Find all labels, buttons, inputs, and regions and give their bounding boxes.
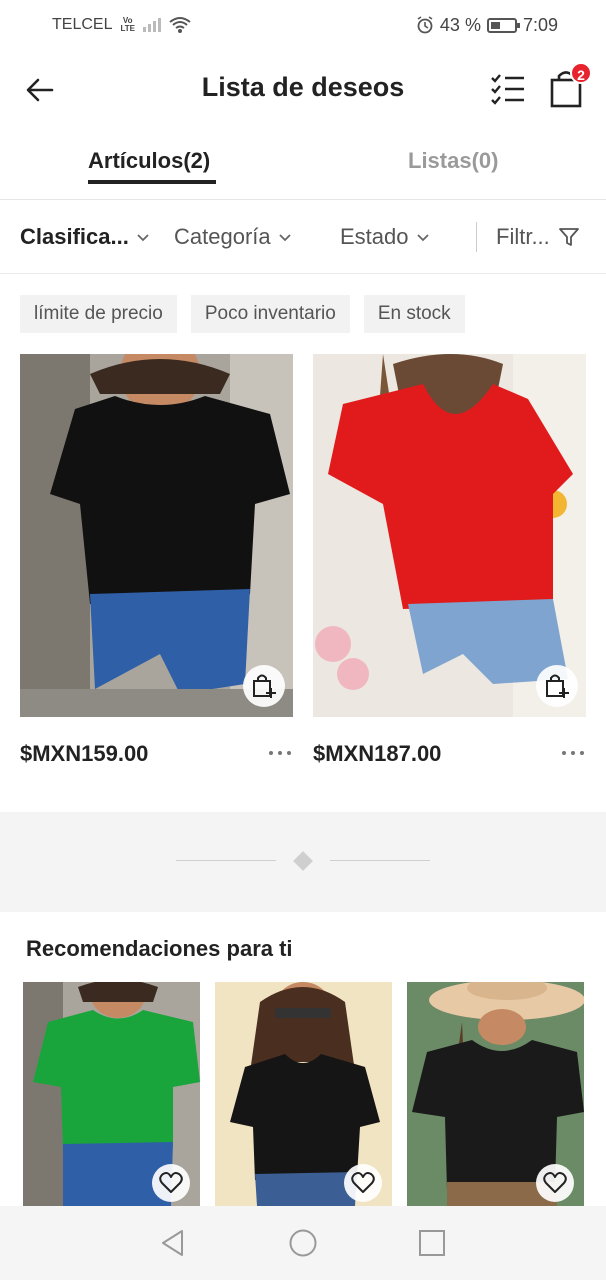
state-dropdown[interactable]: Estado [340,224,429,250]
end-of-list-divider [0,812,606,912]
category-dropdown[interactable]: Categoría [174,224,291,250]
volte-icon: Vo LTE [120,17,135,33]
heart-icon [351,1172,375,1193]
add-to-cart-button[interactable] [243,665,285,707]
recommendation-card[interactable] [407,982,584,1206]
product-price: $MXN187.00 [313,741,442,766]
wishlist-heart-button[interactable] [536,1164,574,1202]
state-label: Estado [340,224,409,249]
sort-dropdown[interactable]: Clasifica... [20,224,149,250]
chevron-down-icon [137,234,149,242]
recommendation-card[interactable] [215,982,392,1206]
clock: 7:09 [522,14,558,35]
cart-count-badge: 2 [570,62,592,84]
chip-low-stock[interactable]: Poco inventario [190,295,350,333]
heart-icon [159,1172,183,1193]
wishlist-heart-button[interactable] [344,1164,382,1202]
chip-price-limit[interactable]: límite de precio [20,295,177,333]
bag-plus-icon [546,674,569,698]
nav-recents-icon[interactable] [417,1228,447,1258]
product-price: $MXN159.00 [20,741,149,766]
filter-bar: Clasifica... Categoría Estado Filtr... [0,200,606,274]
app-header: Lista de deseos 2 [0,50,606,126]
product-image[interactable] [313,354,586,717]
wifi-icon [169,17,191,33]
active-tab-indicator [88,180,216,184]
volte-bottom: LTE [120,24,135,33]
heart-icon [543,1172,567,1193]
product-photo-illustration [313,354,586,717]
bag-plus-icon [253,674,276,698]
more-options-icon[interactable] [267,743,293,763]
quick-filter-chips: límite de precio Poco inventario En stoc… [20,295,465,333]
chevron-down-icon [278,234,291,242]
price-row: $MXN159.00 [20,717,293,789]
battery-icon [486,17,520,33]
filter-label: Filtr... [496,224,550,249]
battery-percent: 43 % [439,14,481,35]
wishlist-tabs: Artículos(2) Listas(0) [0,126,606,200]
system-nav-bar [0,1206,606,1280]
nav-home-icon[interactable] [288,1228,318,1258]
nav-back-icon[interactable] [158,1228,188,1258]
alarm-icon [417,16,433,34]
status-left: TELCEL Vo LTE [52,16,191,34]
filter-separator [476,222,477,252]
divider-line-left [176,860,276,861]
tab-listas[interactable]: Listas(0) [408,148,498,174]
diamond-icon [293,851,313,871]
product-card[interactable]: $MXN159.00 [20,354,293,789]
add-to-cart-button[interactable] [536,665,578,707]
category-label: Categoría [174,224,271,249]
price-row: $MXN187.00 [313,717,586,789]
status-right: 43 % 7:09 [416,15,558,36]
tab-articulos[interactable]: Artículos(2) [88,148,210,174]
product-image[interactable] [20,354,293,717]
chevron-down-icon [416,234,429,242]
signal-icon [142,18,161,32]
recommendation-card[interactable] [23,982,200,1206]
funnel-icon [558,228,579,246]
divider-line-right [330,860,430,861]
product-photo-illustration [20,354,293,717]
chip-in-stock[interactable]: En stock [363,295,465,333]
more-options-icon[interactable] [560,743,586,763]
recommendations-title: Recomendaciones para ti [26,936,293,961]
filter-button[interactable]: Filtr... [496,224,580,250]
product-card[interactable]: $MXN187.00 [313,354,586,789]
wishlist-heart-button[interactable] [152,1164,190,1202]
carrier-label: TELCEL [52,16,113,33]
status-bar: TELCEL Vo LTE 43 % 7:09 [0,0,606,50]
sort-label: Clasifica... [20,224,129,249]
checklist-icon[interactable] [490,72,526,106]
